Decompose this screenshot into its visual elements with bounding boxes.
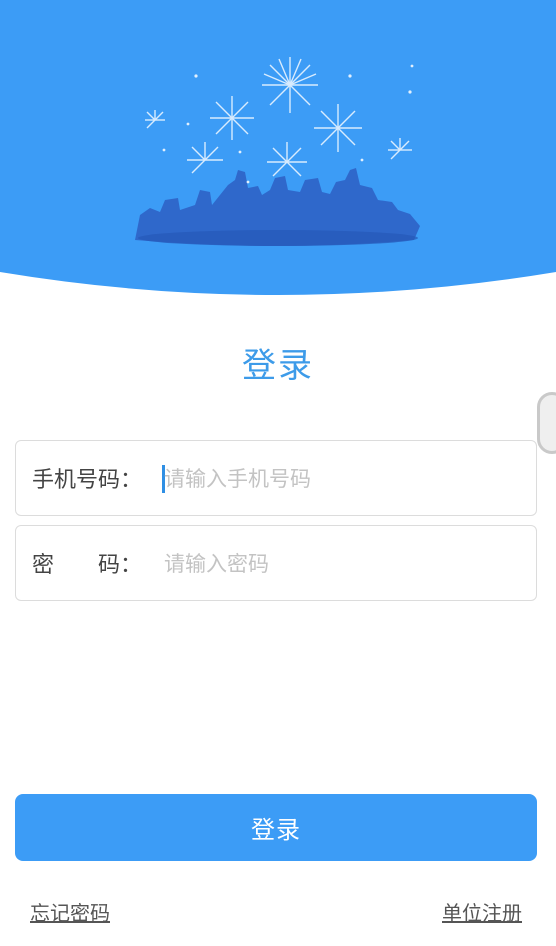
phone-field[interactable]: 手机号码： (15, 440, 537, 516)
forgot-password-link[interactable]: 忘记密码 (30, 897, 110, 926)
password-label: 密 码： (32, 553, 143, 578)
edge-drag-handle[interactable] (537, 392, 556, 454)
login-button[interactable]: 登录 (15, 794, 537, 861)
phone-input[interactable] (164, 459, 524, 499)
password-field[interactable]: 密 码： (15, 525, 537, 601)
fireworks-illustration (0, 0, 556, 295)
page-title: 登录 (242, 346, 314, 386)
register-organization-link[interactable]: 单位注册 (442, 897, 522, 926)
header-banner (0, 0, 556, 310)
password-input[interactable] (164, 544, 524, 584)
phone-label: 手机号码： (32, 468, 143, 493)
